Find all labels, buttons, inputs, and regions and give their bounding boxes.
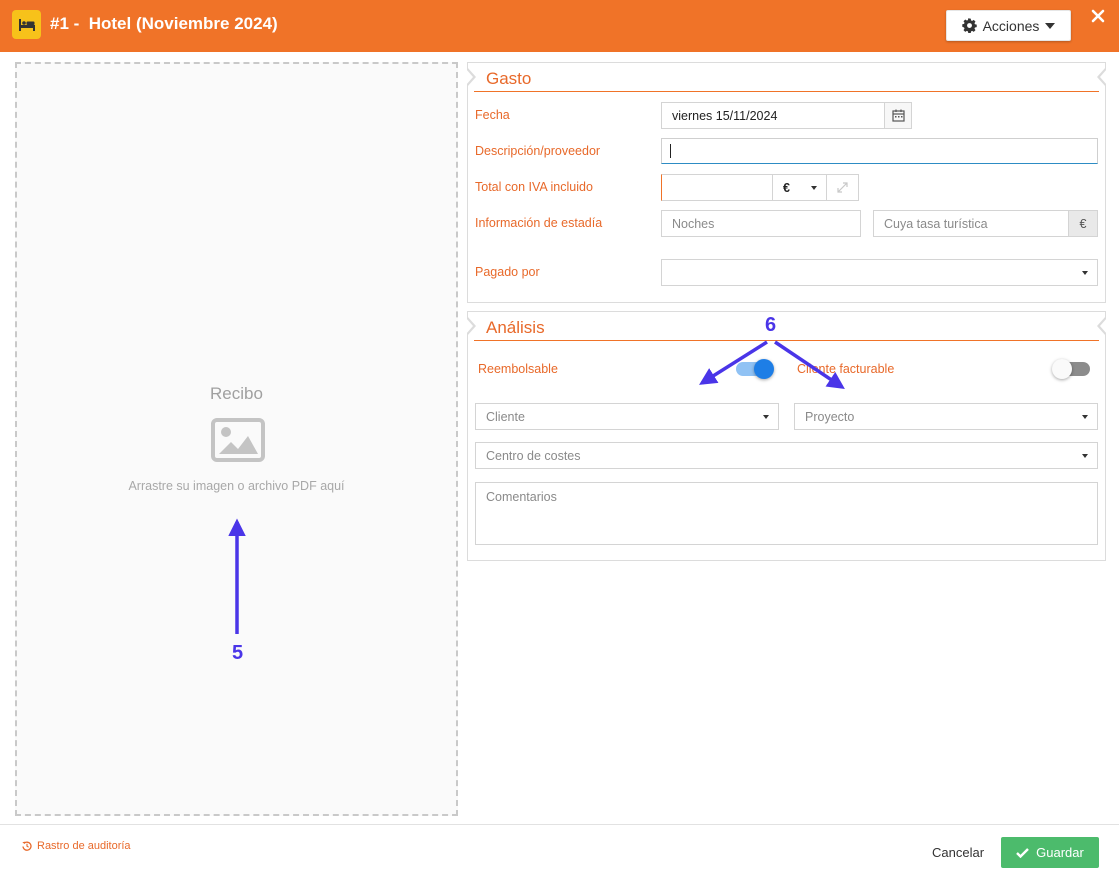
gasto-header: Gasto (474, 69, 1099, 92)
expand-button[interactable] (826, 174, 859, 201)
image-icon (210, 417, 266, 468)
proyecto-placeholder: Proyecto (805, 409, 855, 424)
toggle-knob (754, 359, 774, 379)
comentarios-textarea[interactable]: Comentarios (475, 482, 1098, 545)
currency-select[interactable]: € (772, 174, 827, 201)
audit-trail-label: Rastro de auditoría (37, 840, 131, 852)
receipt-dropzone[interactable]: Recibo Arrastre su imagen o archivo PDF … (15, 62, 458, 816)
descripcion-label: Descripción/proveedor (475, 144, 601, 158)
cliente-facturable-label: Cliente facturable (797, 362, 895, 376)
gasto-title: Gasto (486, 69, 532, 88)
dialog-header: #1 - Hotel (Noviembre 2024) Acciones (0, 0, 1119, 52)
centro-placeholder: Centro de costes (486, 448, 581, 463)
calendar-icon (891, 109, 905, 122)
tasa-unit: € (1068, 210, 1098, 237)
centro-costes-select[interactable]: Centro de costes (475, 442, 1098, 469)
expand-icon (837, 182, 848, 193)
comentarios-placeholder: Comentarios (486, 490, 557, 504)
history-icon (22, 841, 32, 851)
toggle-knob (1052, 359, 1072, 379)
close-icon (1091, 9, 1105, 23)
save-button[interactable]: Guardar (1001, 837, 1099, 868)
fecha-field[interactable]: viernes 15/11/2024 (661, 102, 885, 129)
noches-placeholder: Noches (672, 216, 715, 231)
expense-dialog: #1 - Hotel (Noviembre 2024) Acciones Rec… (0, 0, 1119, 875)
caret-down-icon (1082, 270, 1088, 275)
cliente-placeholder: Cliente (486, 409, 525, 424)
fecha-label: Fecha (475, 108, 510, 122)
tasa-unit-value: € (1079, 216, 1087, 231)
receipt-title: Recibo (210, 384, 263, 403)
analisis-title: Análisis (486, 318, 545, 337)
audit-trail-link[interactable]: Rastro de auditoría (22, 840, 131, 852)
receipt-hint: Arrastre su imagen o archivo PDF aquí (128, 479, 345, 493)
text-cursor (670, 144, 671, 158)
analisis-panel: Análisis Reembolsable Cliente facturable… (466, 311, 1107, 561)
fecha-value: viernes 15/11/2024 (672, 108, 778, 123)
annotation-5: 5 (232, 642, 244, 664)
tasa-turistica-input[interactable]: Cuya tasa turística (873, 210, 1069, 237)
close-button[interactable] (1089, 7, 1107, 25)
acciones-label: Acciones (982, 17, 1040, 34)
analisis-header: Análisis (474, 318, 1099, 341)
gear-icon (961, 18, 977, 33)
gasto-panel: Gasto Fecha viernes 15/11/2024 Descripci… (466, 62, 1107, 303)
annotation-6: 6 (765, 314, 777, 336)
cliente-facturable-toggle[interactable] (1052, 359, 1090, 379)
bed-icon (12, 10, 41, 39)
reembolsable-toggle[interactable] (736, 359, 774, 379)
currency-value: € (783, 180, 790, 195)
cliente-select[interactable]: Cliente (475, 403, 779, 430)
dialog-title: #1 - Hotel (Noviembre 2024) (50, 14, 278, 33)
noches-input[interactable]: Noches (661, 210, 861, 237)
pagado-select[interactable] (661, 259, 1098, 286)
check-icon (1016, 847, 1029, 858)
pagado-label: Pagado por (475, 265, 540, 279)
caret-down-icon (811, 185, 817, 190)
dialog-footer: Rastro de auditoría Cancelar Guardar (0, 824, 1119, 875)
descripcion-input[interactable] (661, 138, 1098, 164)
calendar-button[interactable] (884, 102, 912, 129)
total-input[interactable] (661, 174, 773, 201)
estadia-label: Información de estadía (475, 216, 603, 230)
tasa-placeholder: Cuya tasa turística (884, 216, 988, 231)
proyecto-select[interactable]: Proyecto (794, 403, 1098, 430)
reembolsable-label: Reembolsable (478, 362, 558, 376)
cancel-button[interactable]: Cancelar (932, 845, 984, 860)
total-label: Total con IVA incluido (475, 180, 593, 194)
caret-down-icon (1082, 414, 1088, 419)
caret-down-icon (763, 414, 769, 419)
acciones-button[interactable]: Acciones (946, 10, 1071, 41)
caret-down-icon (1082, 453, 1088, 458)
caret-down-icon (1045, 22, 1056, 29)
save-label: Guardar (1036, 845, 1084, 860)
